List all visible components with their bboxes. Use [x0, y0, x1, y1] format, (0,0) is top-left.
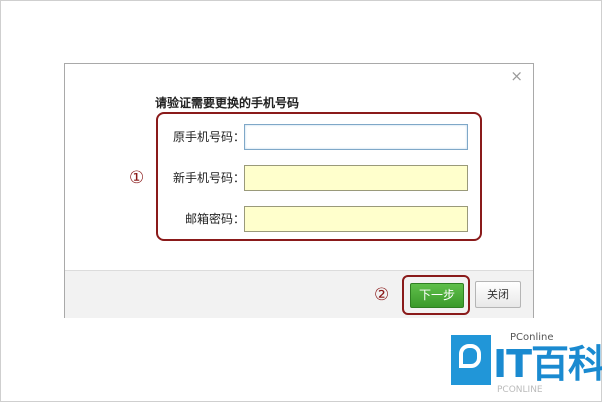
new-phone-input[interactable] [244, 165, 468, 191]
email-password-input[interactable] [244, 206, 468, 232]
form-highlight-box: 原手机号码： 新手机号码： 邮箱密码： [156, 112, 482, 241]
email-password-label: 邮箱密码： [184, 212, 245, 226]
new-phone-label: 新手机号码： [172, 171, 245, 185]
form-row-email-password: 邮箱密码： [158, 206, 480, 232]
old-phone-label: 原手机号码： [172, 130, 245, 144]
step-1-marker: ① [129, 168, 145, 188]
form-row-old-phone: 原手机号码： [158, 124, 480, 150]
change-phone-dialog: × 请验证需要更换的手机号码 ① 原手机号码： 新手机号码： 邮箱密码： ② 下… [64, 63, 534, 318]
next-step-button[interactable]: 下一步 [410, 283, 464, 308]
close-icon[interactable]: × [510, 68, 523, 84]
watermark-title: IT百科 [493, 342, 602, 386]
pconline-logo-icon [451, 335, 491, 385]
logo-mark [459, 344, 481, 368]
dialog-title: 请验证需要更换的手机号码 [155, 96, 300, 110]
old-phone-input[interactable] [244, 124, 468, 150]
dialog-footer: ② 下一步 关闭 [65, 270, 533, 318]
close-button[interactable]: 关闭 [475, 281, 521, 308]
next-button-highlight: 下一步 [402, 275, 470, 315]
step-2-marker: ② [374, 285, 390, 305]
watermark-tail: PCONLINE [497, 385, 543, 395]
form-row-new-phone: 新手机号码： [158, 165, 480, 191]
